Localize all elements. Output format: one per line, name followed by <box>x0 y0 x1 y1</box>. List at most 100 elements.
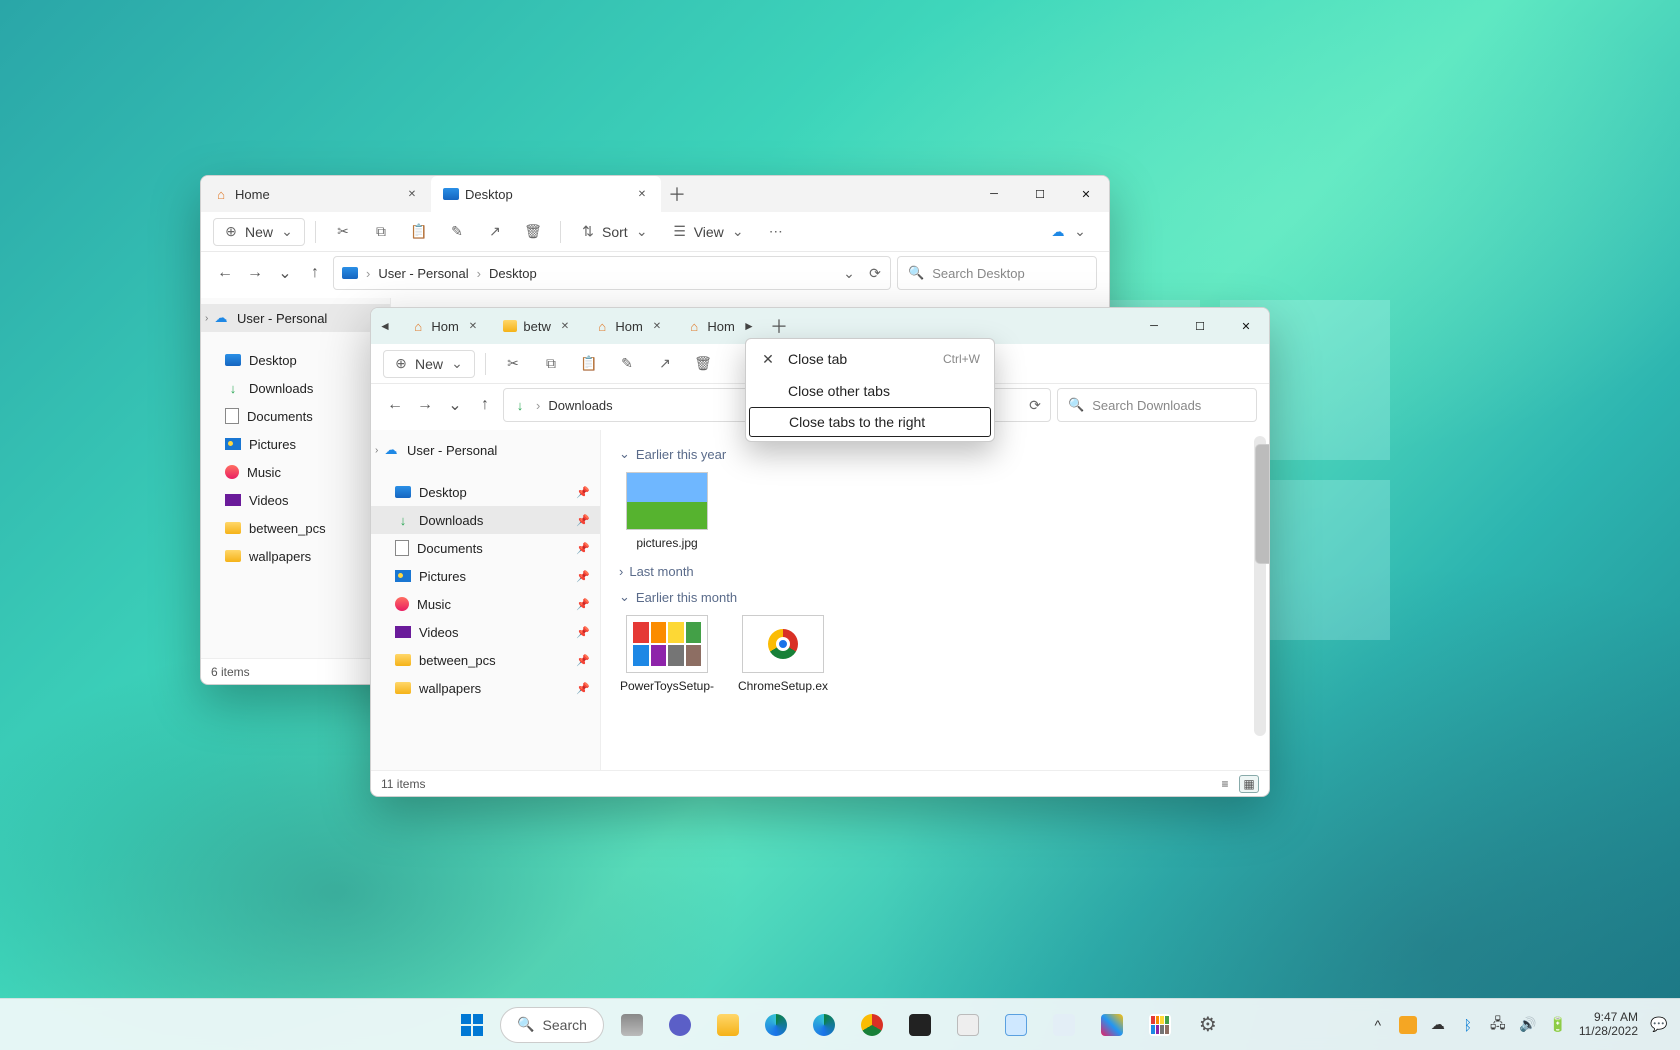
sidebar-item-videos[interactable]: Videos <box>201 486 390 514</box>
share-button[interactable]: ↗ <box>478 219 512 245</box>
icons-view-button[interactable]: ▦ <box>1239 775 1259 793</box>
sort-button[interactable]: ⇅ Sort ⌄ <box>571 219 659 245</box>
sidebar-item-between-pcs[interactable]: between_pcs <box>201 514 390 542</box>
minimize-button[interactable]: ─ <box>971 176 1017 212</box>
refresh-icon[interactable]: ⟳ <box>866 264 884 282</box>
rename-button[interactable]: ✎ <box>440 219 474 245</box>
titlebar[interactable]: ⌂ Home ✕ Desktop ✕ ＋ ─ ☐ ✕ <box>201 176 1109 212</box>
pin-icon[interactable]: 📌 <box>576 514 590 527</box>
sidebar-item-pictures[interactable]: Pictures <box>201 430 390 458</box>
volume-icon[interactable]: 🔊 <box>1519 1016 1537 1034</box>
tab-close-button[interactable]: ✕ <box>465 317 481 335</box>
tray-app-icon[interactable] <box>1399 1016 1417 1034</box>
maximize-button[interactable]: ☐ <box>1017 176 1063 212</box>
onedrive-status[interactable]: ☁⌄ <box>1042 219 1097 245</box>
breadcrumb-downloads[interactable]: Downloads <box>548 398 612 413</box>
tab-desktop[interactable]: Desktop ✕ <box>431 176 661 212</box>
ctx-close-tabs-right[interactable]: Close tabs to the right <box>749 407 991 437</box>
taskbar-paint[interactable] <box>1092 1005 1132 1045</box>
tab-home-1[interactable]: ⌂Hom✕ <box>399 308 491 344</box>
tab-close-button[interactable]: ✕ <box>403 185 421 203</box>
start-button[interactable] <box>452 1005 492 1045</box>
taskbar-notepad[interactable] <box>996 1005 1036 1045</box>
new-tab-button[interactable]: ＋ <box>661 181 693 207</box>
group-earlier-year[interactable]: ⌄Earlier this year <box>619 446 1251 462</box>
refresh-icon[interactable]: ⟳ <box>1026 396 1044 414</box>
tab-close-button[interactable]: ✕ <box>633 185 651 203</box>
taskbar[interactable]: 🔍Search ⚙ ^ ☁ ᛒ 🖧 🔊 🔋 9:47 AM <box>0 998 1680 1050</box>
sidebar-item-downloads[interactable]: ↓Downloads <box>201 374 390 402</box>
pin-icon[interactable]: 📌 <box>576 570 590 583</box>
close-button[interactable]: ✕ <box>1223 308 1269 344</box>
sidebar-header-user[interactable]: › ☁ User - Personal <box>201 304 390 332</box>
taskbar-explorer[interactable] <box>708 1005 748 1045</box>
taskbar-app-1[interactable] <box>948 1005 988 1045</box>
taskbar-teams[interactable] <box>660 1005 700 1045</box>
new-button[interactable]: ⊕ New ⌄ <box>213 218 305 246</box>
pin-icon[interactable]: 📌 <box>576 542 590 555</box>
taskbar-edge-beta[interactable] <box>804 1005 844 1045</box>
share-button[interactable]: ↗ <box>648 351 682 377</box>
nav-recent-button[interactable]: ⌄ <box>443 391 467 419</box>
taskbar-edge[interactable] <box>756 1005 796 1045</box>
sidebar-item-wallpapers[interactable]: wallpapers📌 <box>371 674 600 702</box>
scrollbar[interactable] <box>1254 436 1266 736</box>
details-view-button[interactable]: ≡ <box>1215 775 1235 793</box>
tab-between[interactable]: betw✕ <box>491 308 583 344</box>
tab-close-button[interactable]: ✕ <box>557 317 573 335</box>
onedrive-tray-icon[interactable]: ☁ <box>1429 1016 1447 1034</box>
nav-forward-button[interactable]: → <box>243 259 267 287</box>
sidebar-item-pictures[interactable]: Pictures📌 <box>371 562 600 590</box>
copy-button[interactable]: ⧉ <box>534 351 568 377</box>
file-powertoys[interactable]: PowerToysSetup- <box>619 615 715 693</box>
cut-button[interactable]: ✂ <box>326 219 360 245</box>
search-box[interactable]: 🔍 Search Desktop <box>897 256 1097 290</box>
view-button[interactable]: ☰ View ⌄ <box>663 219 755 245</box>
cut-button[interactable]: ✂ <box>496 351 530 377</box>
nav-up-button[interactable]: ↑ <box>473 391 497 419</box>
pin-icon[interactable]: 📌 <box>576 654 590 667</box>
nav-back-button[interactable]: ← <box>383 391 407 419</box>
taskbar-terminal[interactable] <box>900 1005 940 1045</box>
group-earlier-month[interactable]: ⌄Earlier this month <box>619 589 1251 605</box>
taskbar-clock[interactable]: 9:47 AM 11/28/2022 <box>1579 1011 1638 1039</box>
delete-button[interactable]: 🗑 <box>516 219 550 245</box>
notifications-icon[interactable]: 💬 <box>1650 1016 1668 1034</box>
sidebar-item-wallpapers[interactable]: wallpapers <box>201 542 390 570</box>
sidebar-item-music[interactable]: Music📌 <box>371 590 600 618</box>
sidebar-item-desktop[interactable]: Desktop📌 <box>371 478 600 506</box>
taskbar-app-2[interactable] <box>1044 1005 1084 1045</box>
sidebar-item-documents[interactable]: Documents📌 <box>371 534 600 562</box>
tray-chevron-icon[interactable]: ^ <box>1369 1016 1387 1034</box>
sidebar-item-documents[interactable]: Documents <box>201 402 390 430</box>
nav-back-button[interactable]: ← <box>213 259 237 287</box>
task-view-button[interactable] <box>612 1005 652 1045</box>
tab-home-3[interactable]: ⌂Hom✕ <box>675 308 735 344</box>
nav-forward-button[interactable]: → <box>413 391 437 419</box>
paste-button[interactable]: 📋 <box>402 219 436 245</box>
tab-scroll-left[interactable]: ◄ <box>371 308 399 344</box>
search-box[interactable]: 🔍 Search Downloads <box>1057 388 1257 422</box>
tab-context-menu[interactable]: ✕ Close tab Ctrl+W Close other tabs Clos… <box>745 338 995 442</box>
nav-recent-button[interactable]: ⌄ <box>273 259 297 287</box>
address-bar[interactable]: › User - Personal › Desktop ⌄ ⟳ <box>333 256 891 290</box>
taskbar-search[interactable]: 🔍Search <box>500 1007 604 1043</box>
taskbar-chrome[interactable] <box>852 1005 892 1045</box>
file-area[interactable]: ⌄Earlier this year pictures.jpg ›Last mo… <box>601 430 1269 770</box>
tab-close-button[interactable]: ✕ <box>649 317 665 335</box>
bluetooth-icon[interactable]: ᛒ <box>1459 1016 1477 1034</box>
sidebar[interactable]: › ☁ User - Personal Desktop📌 ↓Downloads📌… <box>371 430 601 770</box>
breadcrumb-user[interactable]: User - Personal <box>378 266 468 281</box>
maximize-button[interactable]: ☐ <box>1177 308 1223 344</box>
sidebar[interactable]: › ☁ User - Personal Desktop ↓Downloads D… <box>201 298 391 658</box>
sidebar-header-user[interactable]: › ☁ User - Personal <box>371 436 600 464</box>
pin-icon[interactable]: 📌 <box>576 486 590 499</box>
scrollbar-thumb[interactable] <box>1255 444 1269 564</box>
tab-home-2[interactable]: ⌂Hom✕ <box>583 308 675 344</box>
chevron-down-icon[interactable]: ⌄ <box>840 264 858 282</box>
minimize-button[interactable]: ─ <box>1131 308 1177 344</box>
file-pictures-jpg[interactable]: pictures.jpg <box>619 472 715 550</box>
sidebar-item-desktop[interactable]: Desktop <box>201 346 390 374</box>
sidebar-item-downloads[interactable]: ↓Downloads📌 <box>371 506 600 534</box>
file-chromesetup[interactable]: ChromeSetup.ex <box>735 615 831 693</box>
